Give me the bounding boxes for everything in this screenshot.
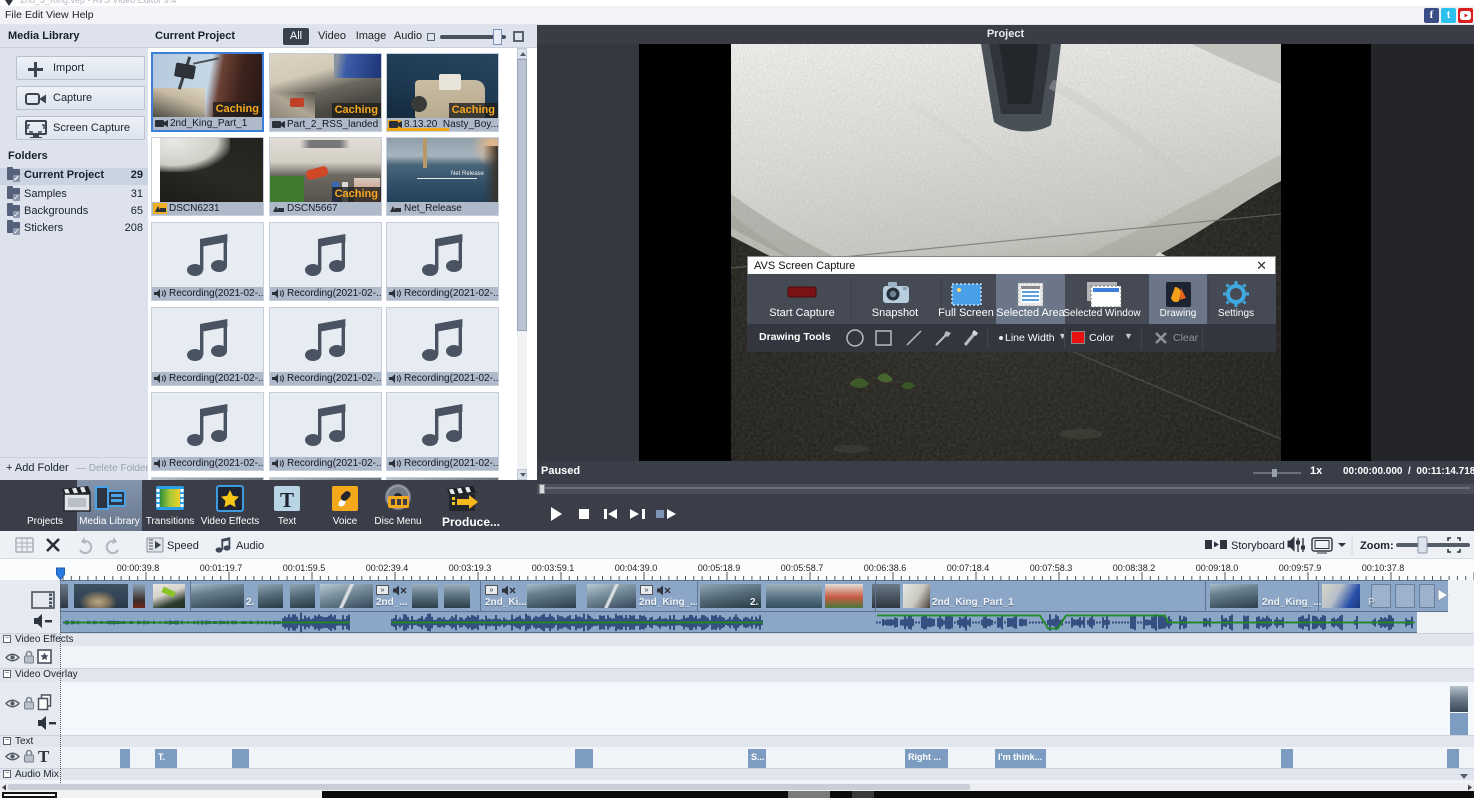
svg-text:00:05:18.9: 00:05:18.9 (698, 563, 741, 573)
svg-text:Audio: Audio (236, 540, 264, 552)
svg-text:00:09:57.9: 00:09:57.9 (1279, 563, 1322, 573)
svg-text:00:10:37.8: 00:10:37.8 (1362, 563, 1405, 573)
svg-text:00:04:39.0: 00:04:39.0 (615, 563, 658, 573)
svg-text:00:02:39.4: 00:02:39.4 (366, 563, 409, 573)
svg-text:00:01:59.5: 00:01:59.5 (283, 563, 326, 573)
svg-text:Storyboard: Storyboard (1231, 540, 1285, 552)
svg-text:Zoom:: Zoom: (1360, 540, 1394, 552)
svg-text:00:05:58.7: 00:05:58.7 (781, 563, 824, 573)
svg-text:00:00:39.8: 00:00:39.8 (117, 563, 160, 573)
svg-text:00:03:19.3: 00:03:19.3 (449, 563, 492, 573)
svg-text:Speed: Speed (167, 540, 199, 552)
svg-text:00:08:38.2: 00:08:38.2 (1113, 563, 1156, 573)
svg-text:00:07:58.3: 00:07:58.3 (1030, 563, 1073, 573)
svg-text:00:06:38.6: 00:06:38.6 (864, 563, 907, 573)
svg-text:00:01:19.7: 00:01:19.7 (200, 563, 243, 573)
svg-text:00:09:18.0: 00:09:18.0 (1196, 563, 1239, 573)
svg-text:00:07:18.4: 00:07:18.4 (947, 563, 990, 573)
svg-text:00:03:59.1: 00:03:59.1 (532, 563, 575, 573)
